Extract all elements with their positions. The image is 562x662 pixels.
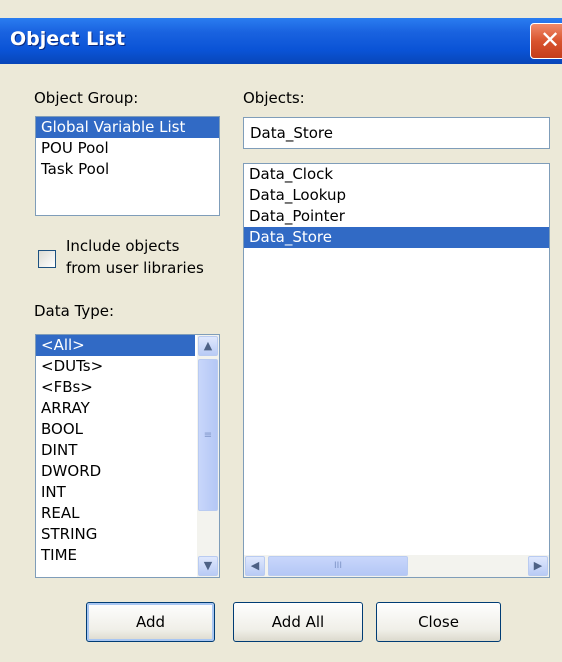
objects-listbox[interactable]: Data_Clock Data_Lookup Data_Pointer Data… <box>243 163 550 578</box>
objects-item[interactable]: Data_Lookup <box>244 185 549 206</box>
window-title: Object List <box>10 28 126 50</box>
scroll-thumb[interactable]: ≡ <box>198 359 218 511</box>
object-group-item[interactable]: Global Variable List <box>36 117 219 138</box>
scroll-right-icon[interactable]: ▶ <box>528 556 548 576</box>
object-group-item[interactable]: Task Pool <box>36 159 219 180</box>
include-libraries-label-line2: from user libraries <box>66 259 204 277</box>
object-group-label: Object Group: <box>34 89 139 107</box>
data-type-listbox[interactable]: <All> <DUTs> <FBs> ARRAY BOOL DINT DWORD… <box>35 334 220 578</box>
data-type-item[interactable]: STRING <box>36 524 219 545</box>
data-type-item[interactable]: TIME <box>36 545 219 566</box>
grip-icon: III <box>334 561 342 571</box>
grip-icon: ≡ <box>203 430 213 441</box>
objects-name-field[interactable]: Data_Store <box>243 117 550 149</box>
object-group-listbox[interactable]: Global Variable List POU Pool Task Pool <box>35 116 220 216</box>
objects-item[interactable]: Data_Pointer <box>244 206 549 227</box>
close-window-button[interactable]: ✕ <box>530 23 562 59</box>
data-type-item[interactable]: DINT <box>36 440 219 461</box>
data-type-item[interactable]: <DUTs> <box>36 356 219 377</box>
objects-item[interactable]: Data_Store <box>244 227 549 248</box>
data-type-item[interactable]: INT <box>36 482 219 503</box>
scroll-down-icon[interactable]: ▼ <box>198 556 218 576</box>
add-all-button[interactable]: Add All <box>233 602 363 642</box>
title-bar: Object List ✕ <box>0 18 562 64</box>
data-type-item[interactable]: <All> <box>36 335 195 356</box>
close-button[interactable]: Close <box>376 602 501 642</box>
data-type-item[interactable]: REAL <box>36 503 219 524</box>
scroll-up-icon[interactable]: ▲ <box>198 336 218 356</box>
data-type-label: Data Type: <box>34 302 115 320</box>
data-type-item[interactable]: BOOL <box>36 419 219 440</box>
add-button[interactable]: Add <box>86 602 215 642</box>
scroll-left-icon[interactable]: ◀ <box>245 556 265 576</box>
objects-label: Objects: <box>243 89 305 107</box>
data-type-scrollbar[interactable]: ▲ ≡ ▼ <box>197 335 219 577</box>
data-type-item[interactable]: <FBs> <box>36 377 219 398</box>
objects-horizontal-scrollbar[interactable]: ◀ III ▶ <box>244 555 549 577</box>
data-type-item[interactable]: DWORD <box>36 461 219 482</box>
objects-item[interactable]: Data_Clock <box>244 164 549 185</box>
horizontal-scroll-thumb[interactable]: III <box>268 556 408 576</box>
include-libraries-label-line1: Include objects <box>66 237 180 255</box>
data-type-item[interactable]: ARRAY <box>36 398 219 419</box>
close-x-icon: ✕ <box>540 26 561 54</box>
include-libraries-checkbox[interactable] <box>38 250 56 268</box>
object-group-item[interactable]: POU Pool <box>36 138 219 159</box>
